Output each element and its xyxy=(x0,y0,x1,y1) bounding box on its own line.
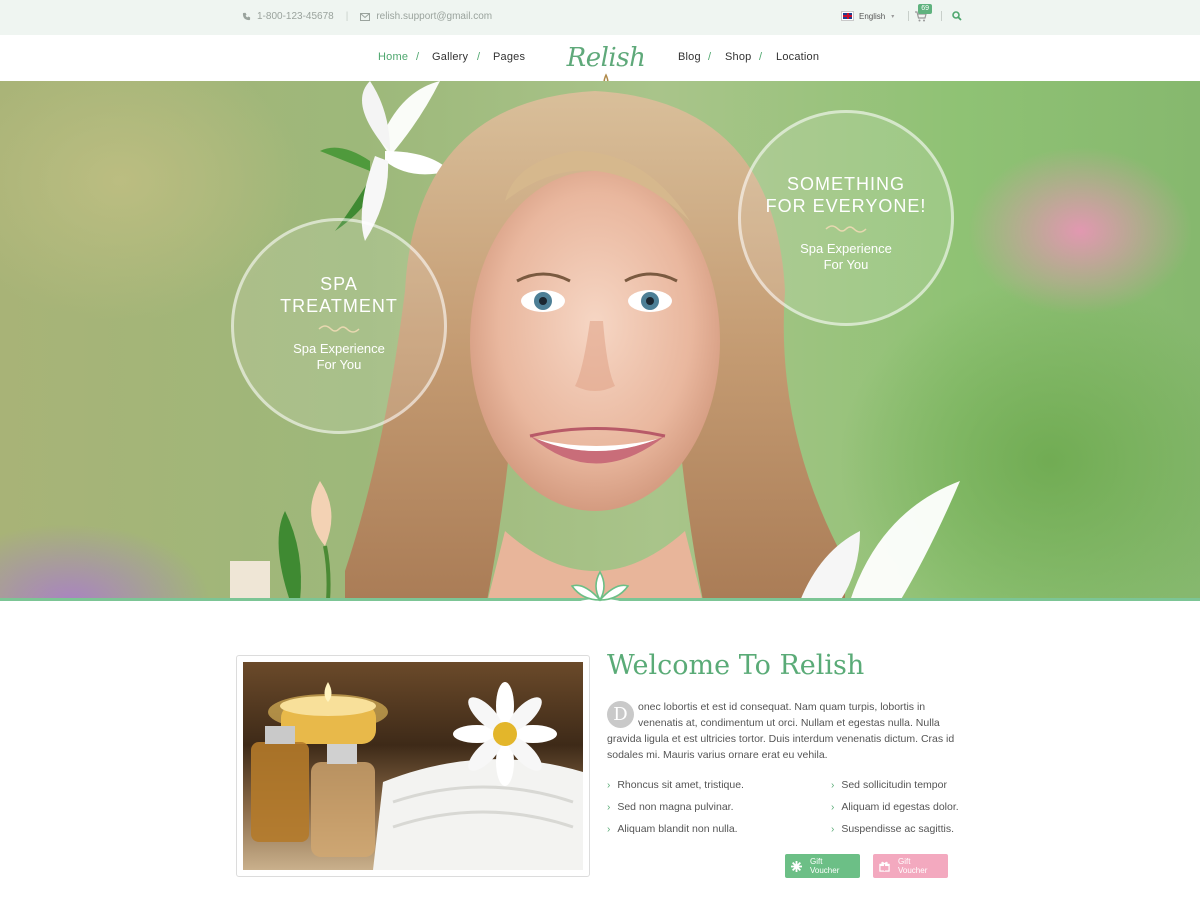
top-bar: 1-800-123-45678 | relish.support@gmail.c… xyxy=(0,0,1200,35)
phone-icon xyxy=(242,12,251,21)
list-item-text: Sed non magna pulvinar. xyxy=(617,801,734,813)
feature-list-right: › Sed sollicitudin tempor › Aliquam id ege… xyxy=(831,779,959,845)
list-item: › Sed non magna pulvinar. xyxy=(607,801,744,823)
spa-still-life-image xyxy=(251,682,583,870)
lotus-divider-icon xyxy=(566,570,634,606)
top-bar-tools: English ▾ 69 xyxy=(841,4,962,22)
chevron-right-icon: › xyxy=(607,780,611,791)
button-label-line2: Voucher xyxy=(898,866,928,875)
site-logo[interactable]: Relish xyxy=(560,43,652,103)
promo-title-line1: SPA xyxy=(320,274,358,294)
nav-item-gallery[interactable]: Gallery xyxy=(432,51,468,63)
nav-separator: / xyxy=(416,51,420,63)
list-item-text: Aliquam blandit non nulla. xyxy=(617,823,738,835)
list-item: › Aliquam id egestas dolor. xyxy=(831,801,959,823)
promo-circle-spa-treatment[interactable]: SPA TREATMENT Spa Experience For You xyxy=(231,218,447,434)
promo-title-line1: SOMETHING xyxy=(786,174,905,194)
chevron-right-icon: › xyxy=(607,824,611,835)
email-address[interactable]: relish.support@gmail.com xyxy=(376,11,492,22)
ornament-icon xyxy=(825,225,867,233)
mail-icon xyxy=(360,12,371,21)
button-label-line2: Voucher xyxy=(810,866,840,875)
uk-flag-icon xyxy=(841,11,854,21)
contact-info: 1-800-123-45678 | relish.support@gmail.c… xyxy=(242,11,492,22)
promo-circle-something-for-everyone[interactable]: SOMETHING FOR EVERYONE! Spa Experience F… xyxy=(738,110,954,326)
list-item: › Suspendisse ac sagittis. xyxy=(831,823,959,845)
welcome-text: onec lobortis et est id consequat. Nam q… xyxy=(607,701,955,761)
spa-products-image-frame xyxy=(236,655,590,877)
cart-button[interactable]: 69 xyxy=(915,4,933,22)
asterisk-icon xyxy=(791,860,802,872)
logo-text: Relish xyxy=(566,43,646,73)
divider xyxy=(908,11,910,21)
list-item-text: Sed sollicitudin tempor xyxy=(841,779,947,791)
phone-number[interactable]: 1-800-123-45678 xyxy=(257,11,334,22)
promo-subtitle-line2: For You xyxy=(316,357,362,372)
gift-voucher-button-green[interactable]: Gift Voucher xyxy=(785,854,860,878)
ornament-icon xyxy=(318,325,360,333)
dropcap: D xyxy=(607,701,634,728)
nav-separator: / xyxy=(759,51,763,63)
chevron-right-icon: › xyxy=(831,780,835,791)
welcome-paragraph: D onec lobortis et est id consequat. Nam… xyxy=(607,699,963,763)
promo-title-line2: TREATMENT xyxy=(280,296,398,316)
list-item: › Aliquam blandit non nulla. xyxy=(607,823,744,845)
promo-title-line2: FOR EVERYONE! xyxy=(765,196,927,216)
search-icon[interactable] xyxy=(952,11,962,21)
language-selector[interactable]: English xyxy=(859,12,885,21)
chevron-right-icon: › xyxy=(607,802,611,813)
promo-subtitle-line1: Spa Experience xyxy=(800,241,892,256)
promo-subtitle-line2: For You xyxy=(823,257,869,272)
button-label: Gift Voucher xyxy=(898,857,927,875)
nav-item-shop[interactable]: Shop xyxy=(725,51,752,63)
divider xyxy=(941,11,943,21)
flower-bud-image xyxy=(230,481,332,601)
welcome-title: Welcome To Relish xyxy=(607,650,865,681)
feature-list-left: › Rhoncus sit amet, tristique. › Sed non m… xyxy=(607,779,744,845)
list-item-text: Rhoncus sit amet, tristique. xyxy=(617,779,744,791)
gift-voucher-button-pink[interactable]: Gift Voucher xyxy=(873,854,948,878)
nav-item-home[interactable]: Home xyxy=(378,51,408,63)
cart-count-badge: 69 xyxy=(918,4,933,14)
button-label-line1: Gift xyxy=(898,857,911,866)
chevron-right-icon: › xyxy=(831,802,835,813)
list-item-text: Aliquam id egestas dolor. xyxy=(841,801,959,813)
main-nav: Home / Gallery / Pages Relish Blog / Sho… xyxy=(0,35,1200,103)
promo-subtitle-line1: Spa Experience xyxy=(293,341,385,356)
white-lily-image xyxy=(800,481,960,601)
nav-item-location[interactable]: Location xyxy=(776,51,819,63)
nav-separator: / xyxy=(708,51,712,63)
button-label-line1: Gift xyxy=(810,857,823,866)
nav-separator: / xyxy=(477,51,481,63)
nav-item-pages[interactable]: Pages xyxy=(493,51,525,63)
nav-item-blog[interactable]: Blog xyxy=(678,51,701,63)
hero-slider[interactable]: SPA TREATMENT Spa Experience For You SOM… xyxy=(0,81,1200,601)
gift-icon xyxy=(879,861,890,872)
button-label: Gift Voucher xyxy=(810,857,839,875)
spa-products-image xyxy=(243,662,583,870)
chevron-right-icon: › xyxy=(831,824,835,835)
divider: | xyxy=(345,11,349,22)
list-item-text: Suspendisse ac sagittis. xyxy=(841,823,954,835)
list-item: › Sed sollicitudin tempor xyxy=(831,779,959,801)
list-item: › Rhoncus sit amet, tristique. xyxy=(607,779,744,801)
chevron-down-icon: ▾ xyxy=(891,13,895,20)
